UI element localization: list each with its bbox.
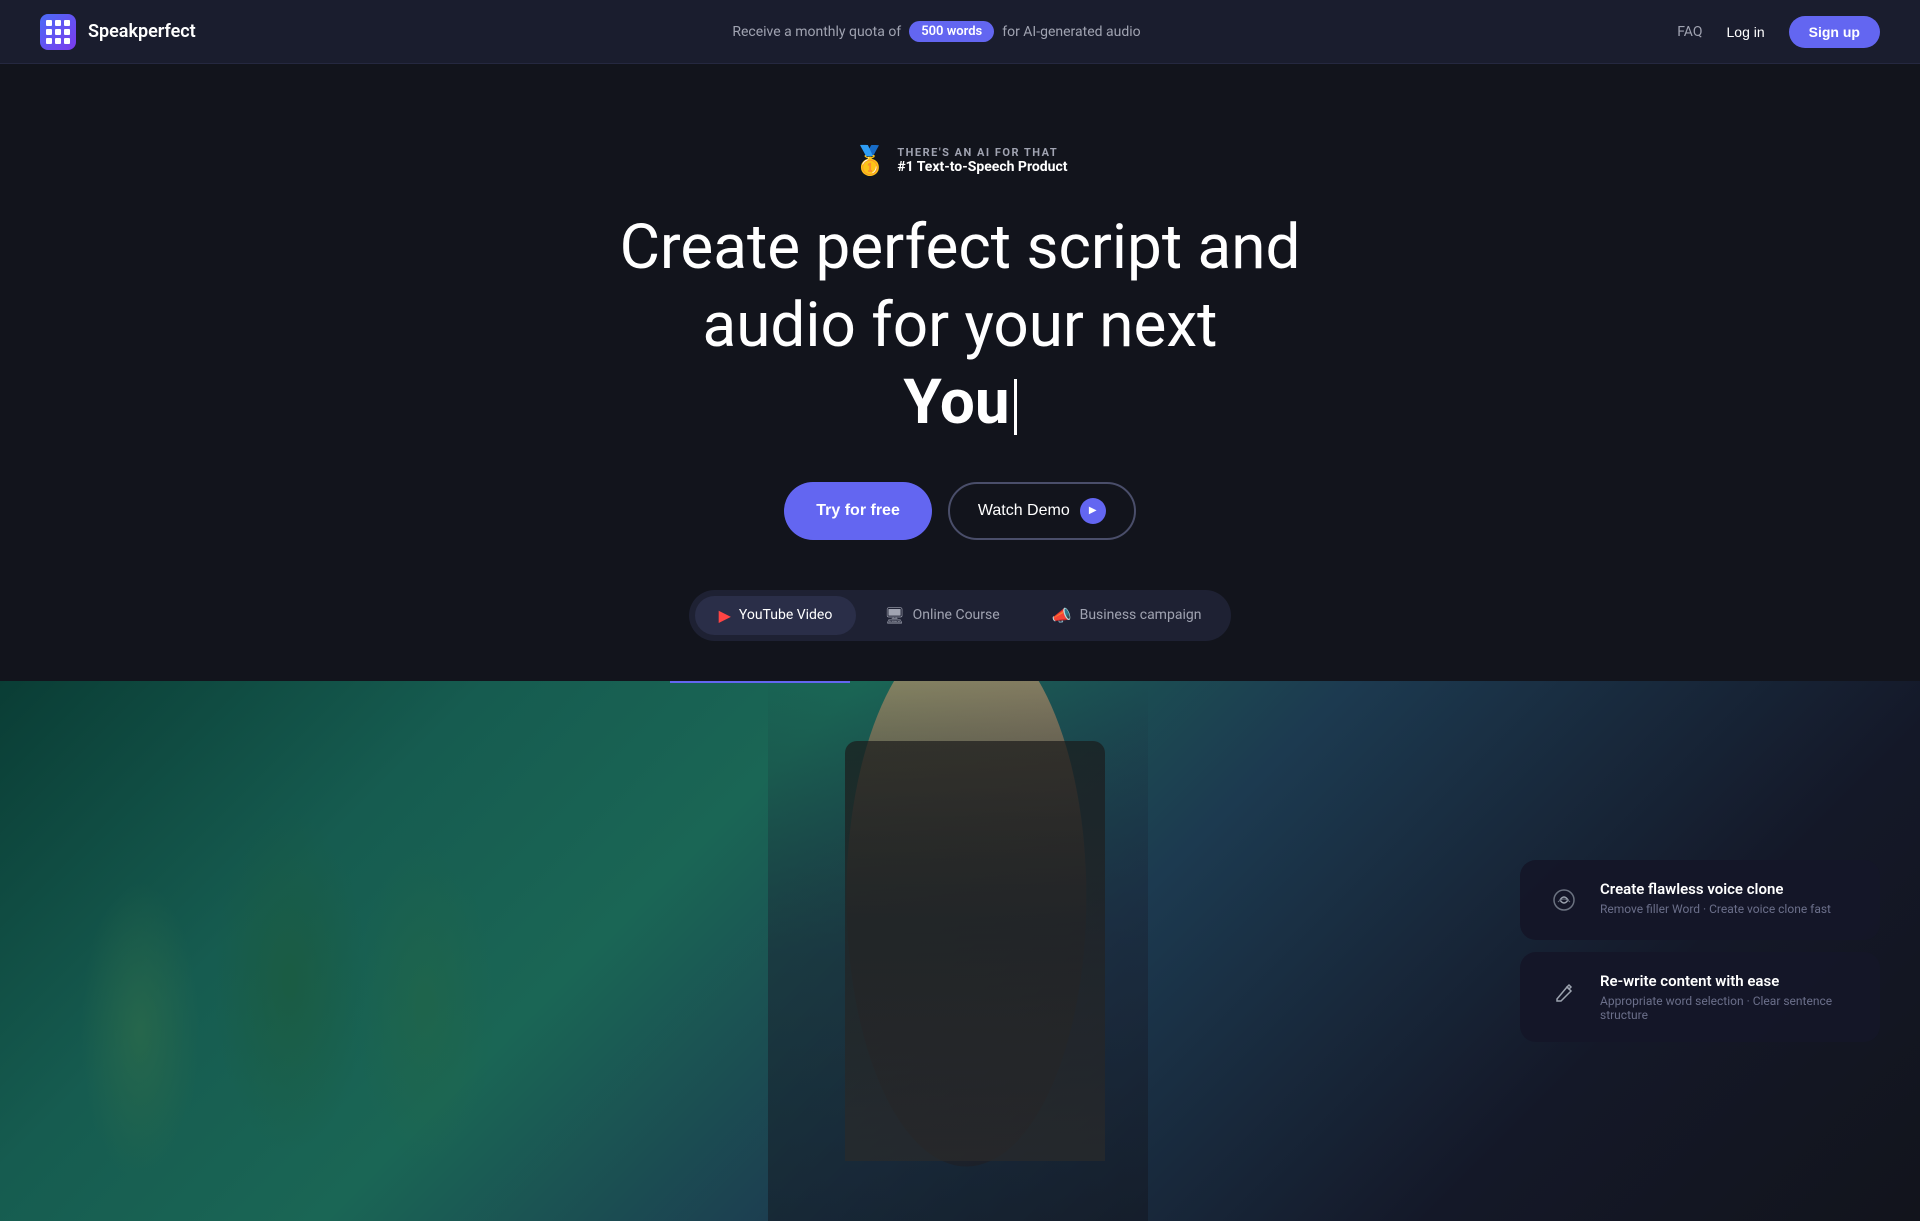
hero-section: 🥇 THERE'S AN AI FOR THAT #1 Text-to-Spee…	[0, 64, 1920, 681]
award-subtitle: THERE'S AN AI FOR THAT	[897, 146, 1067, 159]
course-tab-label: Online Course	[913, 607, 1000, 623]
course-tab-icon: 🖥	[884, 606, 904, 625]
award-title: #1 Text-to-Speech Product	[897, 159, 1067, 175]
rewrite-desc: Appropriate word selection · Clear sente…	[1600, 994, 1856, 1022]
faq-link[interactable]: FAQ	[1677, 24, 1702, 40]
watch-demo-label: Watch Demo	[978, 502, 1070, 520]
hero-heading: Create perfect script and audio for your…	[620, 209, 1301, 442]
progress-container	[0, 681, 1920, 683]
voice-clone-title: Create flawless voice clone	[1600, 880, 1856, 898]
rewrite-content: Re-write content with ease Appropriate w…	[1600, 972, 1856, 1022]
rewrite-card: Re-write content with ease Appropriate w…	[1520, 952, 1880, 1042]
tab-progress-bar	[670, 681, 850, 683]
rewrite-title: Re-write content with ease	[1600, 972, 1856, 990]
rewrite-icon	[1544, 972, 1584, 1012]
tab-youtube[interactable]: ▶ YouTube Video	[695, 596, 857, 635]
signup-button[interactable]: Sign up	[1789, 16, 1880, 48]
plant-decor-3	[350, 831, 500, 1181]
award-badge: 🥇 THERE'S AN AI FOR THAT #1 Text-to-Spee…	[852, 144, 1067, 177]
campaign-tab-label: Business campaign	[1080, 607, 1202, 623]
youtube-tab-icon: ▶	[719, 606, 731, 625]
nav-announcement: Receive a monthly quota of 500 words for…	[732, 21, 1140, 42]
award-text-group: THERE'S AN AI FOR THAT #1 Text-to-Speech…	[897, 146, 1067, 175]
try-free-button[interactable]: Try for free	[784, 482, 932, 540]
feature-cards: Create flawless voice clone Remove fille…	[1520, 860, 1880, 1042]
hero-buttons: Try for free Watch Demo ▶	[784, 482, 1135, 540]
award-medal-icon: 🥇	[852, 144, 887, 177]
hero-heading-line3: You	[903, 366, 1009, 439]
voice-clone-card: Create flawless voice clone Remove fille…	[1520, 860, 1880, 940]
voice-clone-desc: Remove filler Word · Create voice clone …	[1600, 902, 1856, 916]
logo-icon	[40, 14, 76, 50]
announcement-suffix: for AI-generated audio	[1002, 24, 1140, 40]
logo-text: Speakperfect	[88, 21, 196, 42]
plant-decor-1	[80, 881, 200, 1181]
nav-logo-group: Speakperfect	[40, 14, 196, 50]
nav-actions: FAQ Log in Sign up	[1677, 16, 1880, 48]
campaign-tab-icon: 📣	[1052, 606, 1072, 625]
content-area: Create flawless voice clone Remove fille…	[0, 681, 1920, 1221]
voice-clone-icon	[1544, 880, 1584, 920]
tab-campaign[interactable]: 📣 Business campaign	[1028, 596, 1226, 635]
voice-clone-content: Create flawless voice clone Remove fille…	[1600, 880, 1856, 916]
content-tabs: ▶ YouTube Video 🖥 Online Course 📣 Busine…	[689, 590, 1232, 641]
hero-heading-line1: Create perfect script and	[620, 211, 1301, 284]
announcement-badge: 500 words	[909, 21, 994, 42]
tab-course[interactable]: 🖥 Online Course	[860, 596, 1023, 635]
chair-back	[845, 741, 1105, 1161]
login-button[interactable]: Log in	[1727, 24, 1765, 40]
youtube-tab-label: YouTube Video	[739, 607, 832, 623]
announcement-prefix: Receive a monthly quota of	[732, 24, 901, 40]
play-icon: ▶	[1080, 498, 1106, 524]
text-cursor	[1014, 379, 1017, 435]
watch-demo-button[interactable]: Watch Demo ▶	[948, 482, 1136, 540]
hero-heading-line2: audio for your next	[703, 289, 1218, 362]
navbar: Speakperfect Receive a monthly quota of …	[0, 0, 1920, 64]
